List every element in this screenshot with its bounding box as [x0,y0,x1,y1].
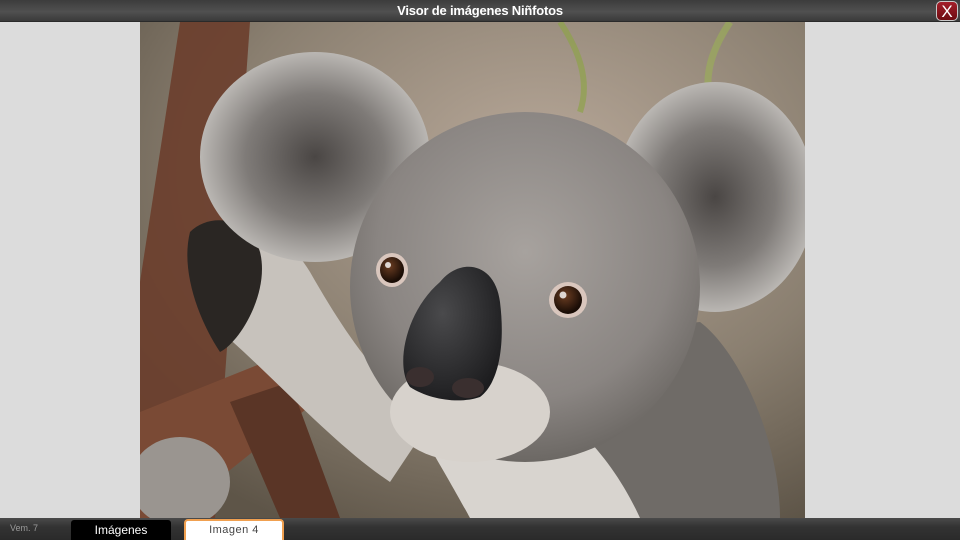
title-bar: Visor de imágenes Niñfotos X [0,0,960,22]
image-viewer [0,22,960,518]
close-button[interactable]: X [936,1,958,21]
tab-images[interactable]: Imágenes [71,520,171,540]
window-title: Visor de imágenes Niñfotos [397,3,563,18]
current-image-tab[interactable]: Imagen 4 [184,519,284,540]
version-label: Vem. 7 [10,523,39,533]
koala-photo [140,22,805,518]
status-bar: Vem. 7 Imágenes Imagen 4 [0,518,960,540]
